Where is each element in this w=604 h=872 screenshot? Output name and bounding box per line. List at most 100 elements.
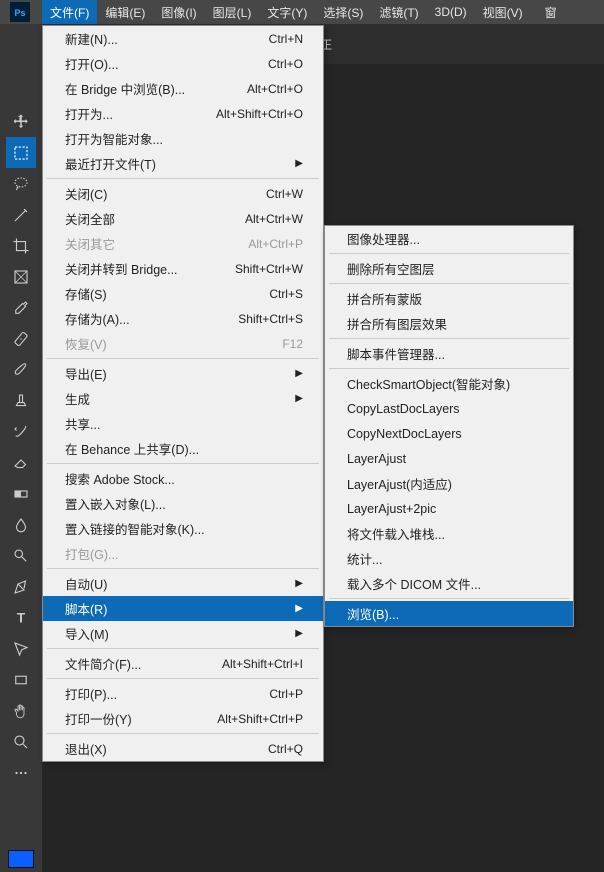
menu-item-label: 拼合所有图层效果 — [347, 314, 447, 333]
menu-item-shortcut: F12 — [282, 337, 303, 351]
file-menu-separator — [47, 568, 319, 569]
file-menu-item-20[interactable]: 搜索 Adobe Stock... — [43, 466, 323, 491]
file-menu-item-32[interactable]: 打印一份(Y)Alt+Shift+Ctrl+P — [43, 706, 323, 731]
file-menu-item-27[interactable]: 导入(M)▶ — [43, 621, 323, 646]
hand-tool[interactable] — [6, 695, 36, 726]
dodge-tool[interactable] — [6, 540, 36, 571]
script-menu-item-7[interactable]: 脚本事件管理器... — [325, 341, 573, 366]
menu-item-label: 打开为智能对象... — [65, 129, 163, 148]
menu-window[interactable]: 窗 — [531, 0, 565, 24]
file-menu-item-25[interactable]: 自动(U)▶ — [43, 571, 323, 596]
menu-view[interactable]: 视图(V) — [475, 0, 531, 24]
eraser-tool[interactable] — [6, 447, 36, 478]
menu-item-label: CopyLastDocLayers — [347, 402, 460, 416]
menu-item-label: 关闭并转到 Bridge... — [65, 259, 178, 278]
frame-tool[interactable] — [6, 261, 36, 292]
submenu-arrow-icon: ▶ — [295, 158, 303, 169]
file-menu-item-31[interactable]: 打印(P)...Ctrl+P — [43, 681, 323, 706]
file-menu-item-21[interactable]: 置入嵌入对象(L)... — [43, 491, 323, 516]
file-menu-item-17[interactable]: 共享... — [43, 411, 323, 436]
path-tool[interactable] — [6, 633, 36, 664]
file-menu-item-3[interactable]: 打开为...Alt+Shift+Ctrl+O — [43, 101, 323, 126]
script-menu-item-4[interactable]: 拼合所有蒙版 — [325, 286, 573, 311]
crop-tool[interactable] — [6, 230, 36, 261]
file-menu-separator — [47, 463, 319, 464]
menu-file[interactable]: 文件(F) — [42, 0, 97, 24]
file-menu-item-34[interactable]: 退出(X)Ctrl+Q — [43, 736, 323, 761]
type-tool[interactable]: T — [6, 602, 36, 633]
menu-item-label: 脚本(R) — [65, 599, 107, 618]
menu-3d[interactable]: 3D(D) — [427, 0, 475, 24]
marquee-tool[interactable] — [6, 137, 36, 168]
file-menu-item-26[interactable]: 脚本(R)▶ — [43, 596, 323, 621]
brush-tool[interactable] — [6, 354, 36, 385]
submenu-arrow-icon: ▶ — [295, 578, 303, 589]
healing-tool[interactable] — [6, 323, 36, 354]
menu-item-label: 置入链接的智能对象(K)... — [65, 519, 205, 538]
menu-item-shortcut: Alt+Shift+Ctrl+P — [217, 712, 303, 726]
blur-tool[interactable] — [6, 509, 36, 540]
rectangle-tool[interactable] — [6, 664, 36, 695]
tools-panel: T — [0, 24, 42, 872]
script-menu-item-14[interactable]: LayerAjust+2pic — [325, 496, 573, 521]
script-menu-item-12[interactable]: LayerAjust — [325, 446, 573, 471]
menu-item-shortcut: Alt+Shift+Ctrl+O — [216, 107, 303, 121]
file-menu-item-15[interactable]: 导出(E)▶ — [43, 361, 323, 386]
more-tools[interactable] — [6, 757, 36, 788]
file-menu-item-18[interactable]: 在 Behance 上共享(D)... — [43, 436, 323, 461]
svg-text:T: T — [17, 610, 26, 625]
file-menu-item-5[interactable]: 最近打开文件(T)▶ — [43, 151, 323, 176]
lasso-tool[interactable] — [6, 168, 36, 199]
script-menu-item-5[interactable]: 拼合所有图层效果 — [325, 311, 573, 336]
script-menu-item-16[interactable]: 统计... — [325, 546, 573, 571]
file-menu-item-4[interactable]: 打开为智能对象... — [43, 126, 323, 151]
file-menu-item-8[interactable]: 关闭全部Alt+Ctrl+W — [43, 206, 323, 231]
eyedropper-tool[interactable] — [6, 292, 36, 323]
menu-image[interactable]: 图像(I) — [153, 0, 204, 24]
file-menu-item-7[interactable]: 关闭(C)Ctrl+W — [43, 181, 323, 206]
menu-type[interactable]: 文字(Y) — [259, 0, 315, 24]
menu-item-shortcut: Shift+Ctrl+S — [238, 312, 303, 326]
script-menu-item-9[interactable]: CheckSmartObject(智能对象) — [325, 371, 573, 396]
gradient-tool[interactable] — [6, 478, 36, 509]
pen-tool[interactable] — [6, 571, 36, 602]
zoom-tool[interactable] — [6, 726, 36, 757]
menu-item-shortcut: Ctrl+O — [268, 57, 303, 71]
menu-item-shortcut: Shift+Ctrl+W — [235, 262, 303, 276]
menu-select[interactable]: 选择(S) — [315, 0, 371, 24]
file-menu-item-10[interactable]: 关闭并转到 Bridge... Shift+Ctrl+W — [43, 256, 323, 281]
file-menu-item-22[interactable]: 置入链接的智能对象(K)... — [43, 516, 323, 541]
svg-text:Ps: Ps — [14, 8, 25, 18]
menu-item-label: CheckSmartObject(智能对象) — [347, 374, 510, 393]
history-brush-tool[interactable] — [6, 416, 36, 447]
file-menu-item-16[interactable]: 生成▶ — [43, 386, 323, 411]
submenu-arrow-icon: ▶ — [295, 628, 303, 639]
script-menu-item-17[interactable]: 载入多个 DICOM 文件... — [325, 571, 573, 596]
file-menu-separator — [47, 178, 319, 179]
file-menu-item-1[interactable]: 打开(O)...Ctrl+O — [43, 51, 323, 76]
wand-tool[interactable] — [6, 199, 36, 230]
menubar: 文件(F) 编辑(E) 图像(I) 图层(L) 文字(Y) 选择(S) 滤镜(T… — [0, 0, 604, 24]
file-menu-item-29[interactable]: 文件简介(F)...Alt+Shift+Ctrl+I — [43, 651, 323, 676]
script-menu-item-2[interactable]: 删除所有空图层 — [325, 256, 573, 281]
menu-item-label: 存储为(A)... — [65, 309, 130, 328]
file-menu-item-2[interactable]: 在 Bridge 中浏览(B)...Alt+Ctrl+O — [43, 76, 323, 101]
file-menu-item-12[interactable]: 存储为(A)... Shift+Ctrl+S — [43, 306, 323, 331]
script-menu-item-19[interactable]: 浏览(B)... — [325, 601, 573, 626]
menu-item-shortcut: Alt+Ctrl+W — [245, 212, 303, 226]
menu-item-label: LayerAjust — [347, 452, 406, 466]
menu-edit[interactable]: 编辑(E) — [97, 0, 153, 24]
script-menu-item-13[interactable]: LayerAjust(内适应) — [325, 471, 573, 496]
menu-item-shortcut: Ctrl+W — [266, 187, 303, 201]
stamp-tool[interactable] — [6, 385, 36, 416]
script-menu-item-11[interactable]: CopyNextDocLayers — [325, 421, 573, 446]
move-tool[interactable] — [6, 106, 36, 137]
script-menu-item-10[interactable]: CopyLastDocLayers — [325, 396, 573, 421]
menu-filter[interactable]: 滤镜(T) — [371, 0, 426, 24]
menu-layer[interactable]: 图层(L) — [205, 0, 260, 24]
script-menu-item-15[interactable]: 将文件载入堆栈... — [325, 521, 573, 546]
script-menu-item-0[interactable]: 图像处理器... — [325, 226, 573, 251]
foreground-color[interactable] — [8, 850, 34, 868]
file-menu-item-11[interactable]: 存储(S)Ctrl+S — [43, 281, 323, 306]
file-menu-item-0[interactable]: 新建(N)...Ctrl+N — [43, 26, 323, 51]
